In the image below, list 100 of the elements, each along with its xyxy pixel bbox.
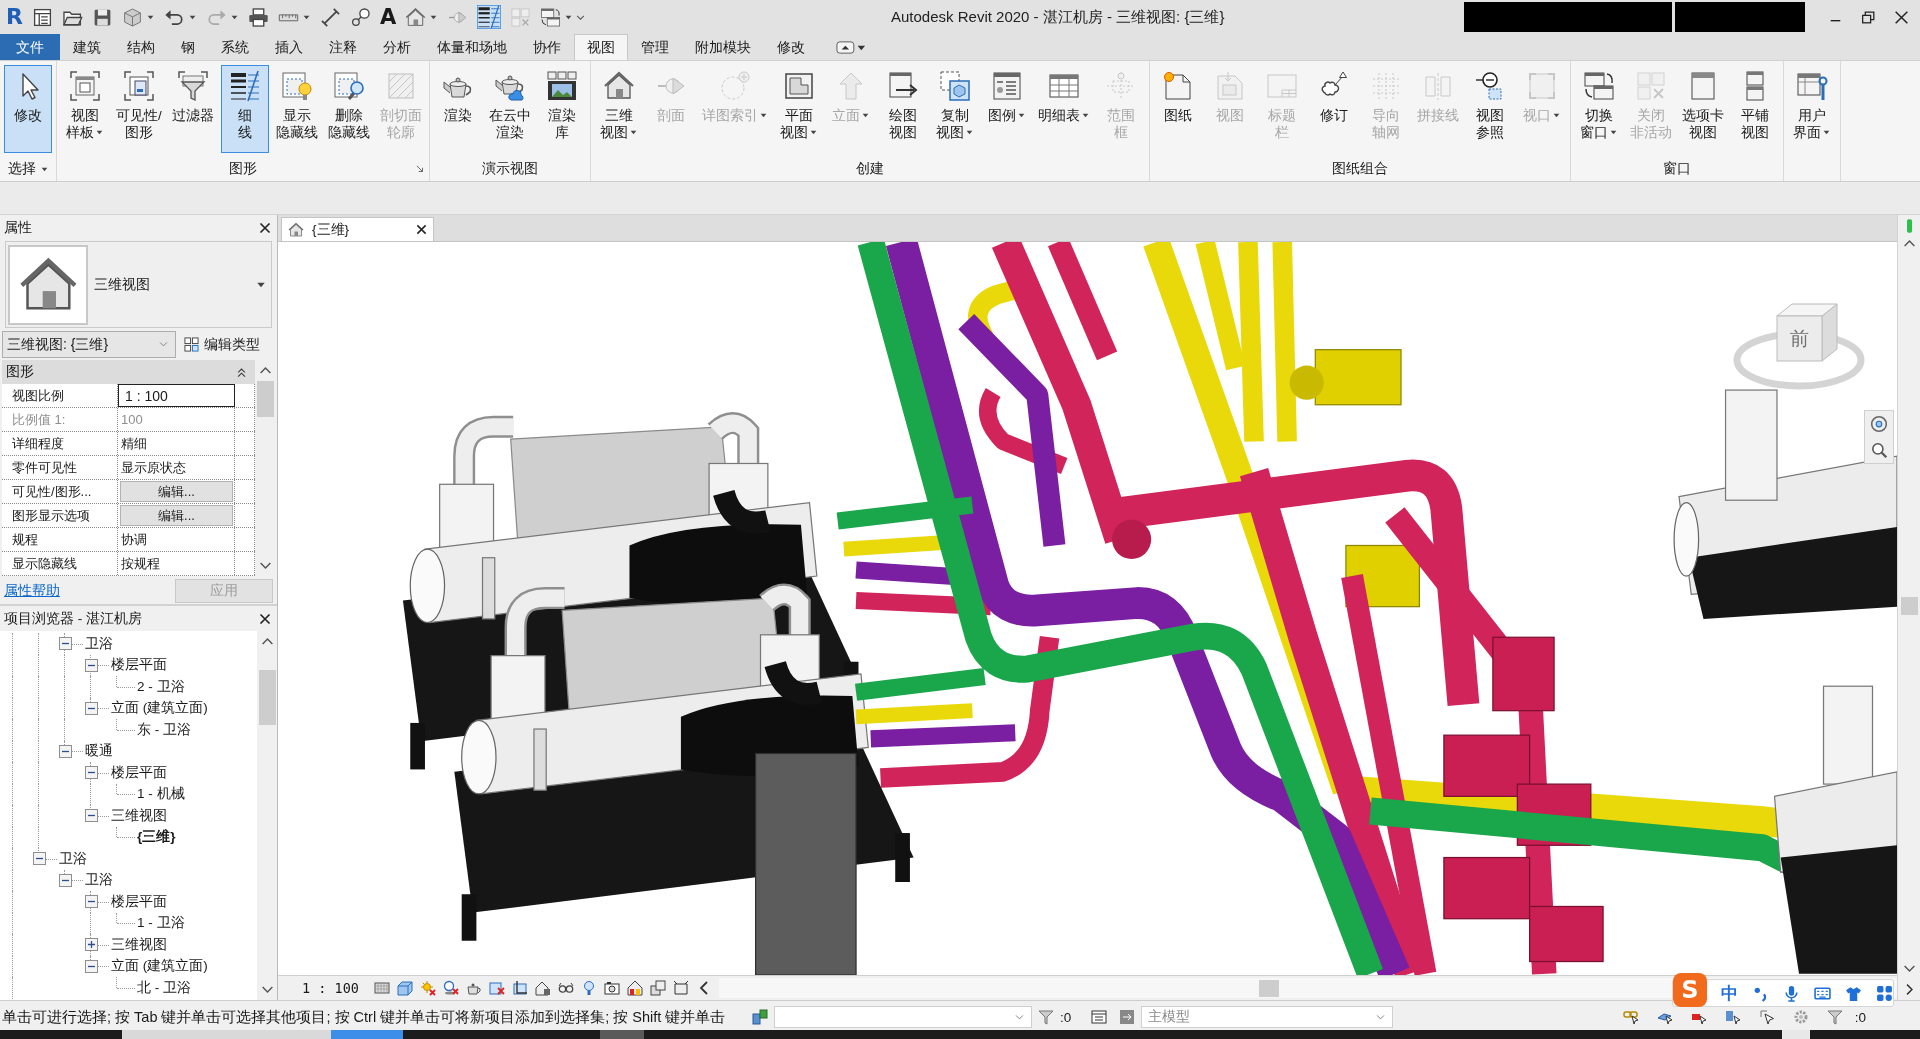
switch-windows-icon[interactable] [540,6,562,28]
menu-tab[interactable]: 建筑 [60,34,114,60]
ribbon-button[interactable]: 视图 参照 [1465,65,1514,153]
menu-tab[interactable]: 插入 [262,34,316,60]
minus-box-icon[interactable] [84,658,98,672]
panel-toggle-icon[interactable] [836,39,866,55]
minus-box-icon[interactable] [84,895,98,909]
menu-tab[interactable]: 协作 [520,34,574,60]
house-icon[interactable] [405,6,427,28]
ribbon-button[interactable]: 细 线 [220,65,269,153]
filter-icon[interactable] [1038,1009,1054,1025]
line-weights-icon[interactable] [477,5,502,29]
ribbon-button[interactable]: 视图 样板 [61,65,109,153]
app-logo[interactable]: R [6,4,23,30]
house-lock-icon[interactable] [534,980,551,996]
instance-dropdown[interactable]: 三维视图: {三维} [2,331,176,358]
edit-type-button[interactable]: 编辑类型 [182,335,262,354]
apps-icon[interactable] [1876,984,1893,1002]
microphone-icon[interactable] [1783,984,1800,1002]
minus-box-icon[interactable] [58,637,72,651]
tree-item[interactable]: 东 - 卫浴 [130,720,191,739]
ribbon-button[interactable]: 复制 视图 [930,65,979,153]
minus-box-icon[interactable] [58,744,72,758]
input-mode-button[interactable]: 中 [1721,981,1738,1005]
scrollbar-thumb[interactable] [1258,979,1279,997]
group-header[interactable]: 图形 [2,360,255,384]
stacked-blocks-icon[interactable] [752,1009,768,1025]
ribbon-button[interactable]: 图例 [982,65,1031,153]
edit-button[interactable]: 编辑... [120,505,233,526]
corner-cursor-icon[interactable] [1758,1009,1775,1025]
panel-dropdown[interactable]: 选择 [5,160,51,178]
diagonal-dimension-icon[interactable] [319,6,341,28]
close-icon[interactable] [259,612,271,625]
ribbon-button[interactable]: 平面 视图 [774,65,823,153]
ring-icon[interactable] [1870,415,1888,433]
sun-cross-icon[interactable] [419,980,436,996]
ribbon-button[interactable]: 切换 窗口 [1574,65,1623,153]
menu-tab[interactable]: 分析 [370,34,424,60]
tree-item[interactable]: 立面 (建筑立面) [104,699,208,718]
menu-tab[interactable]: 管理 [628,34,682,60]
minus-box-icon[interactable] [84,766,98,780]
crop-icon[interactable] [511,980,528,996]
menu-tab[interactable]: 文件 [0,34,60,60]
ribbon-button[interactable]: 图纸 [1153,65,1202,153]
scrollbar-thumb[interactable] [256,381,274,417]
ribbon-button[interactable]: 过滤器 [168,65,217,153]
ribbon-button[interactable]: 可见性/ 图形 [113,65,165,153]
tree-item[interactable]: 卫浴 [78,634,113,653]
scrollbar-thumb[interactable] [258,670,276,725]
ribbon-button[interactable]: 修订 [1309,65,1358,153]
minus-box-icon[interactable] [84,809,98,823]
tree-item[interactable]: {三维} [130,828,176,847]
close-icon[interactable] [259,221,271,234]
menu-tab[interactable]: 视图 [574,34,628,60]
panel-cursor-icon[interactable] [1724,1009,1741,1025]
ribbon-button[interactable]: 删除 隐藏线 [324,65,373,153]
cube-icon[interactable] [121,6,143,28]
ribbon-button[interactable]: 三维 视图 [594,65,643,153]
crop-cross-icon[interactable] [488,980,505,996]
minus-box-icon[interactable] [58,873,72,887]
close-icon[interactable] [1893,8,1910,26]
cube-icon[interactable] [396,980,413,996]
ribbon-button[interactable]: 用户 界面 [1787,65,1836,153]
scrollbar-thumb[interactable] [1900,597,1918,615]
camera-icon[interactable] [603,980,620,996]
checker-icon[interactable] [373,980,390,996]
tree-item[interactable]: 楼层平面 [104,892,167,911]
menu-tab[interactable]: 注释 [316,34,370,60]
plus-box-icon[interactable] [84,938,98,952]
ribbon-button[interactable]: 修改 [4,65,52,153]
shadow-cross-icon[interactable] [442,980,459,996]
cubes-icon[interactable] [649,980,666,996]
ribbon-button[interactable]: 渲染 库 [537,65,586,153]
ribbon-button[interactable]: 显示 隐藏线 [272,65,321,153]
type-selector[interactable]: 三维视图 [5,241,272,328]
customize-caret-icon[interactable] [576,12,586,22]
tree-item[interactable]: 2 - 卫浴 [130,677,185,696]
view-tab[interactable]: {三维} [281,217,434,241]
ribbon-button[interactable]: 平铺 视图 [1730,65,1779,153]
vertical-scrollbar[interactable] [1897,215,1920,1000]
ribbon-button[interactable]: 选项卡 视图 [1678,65,1727,153]
scale-button[interactable]: 1 : 100 [302,980,367,996]
dialog-launcher-icon[interactable] [414,164,425,174]
linked-circles-icon[interactable] [349,6,371,28]
ribbon-button[interactable]: 在云中 渲染 [485,65,534,153]
menu-tab[interactable]: 系统 [208,34,262,60]
filter-icon[interactable] [1826,1009,1843,1025]
ribbon-button[interactable]: 明细表 [1034,65,1093,153]
help-link[interactable]: 属性帮助 [4,582,60,600]
zoom-icon[interactable] [1870,441,1888,459]
text-tool-button[interactable]: A [379,5,397,29]
document-list-icon[interactable] [31,6,53,28]
tree-item[interactable]: 1 - 卫浴 [130,914,185,933]
ribbon-button[interactable]: 渲染 [433,65,482,153]
tree-item[interactable]: 卫浴 [78,871,113,890]
menu-tab[interactable]: 附加模块 [682,34,764,60]
house-color-icon[interactable] [626,980,643,996]
ribbon-button[interactable]: 绘图 视图 [878,65,927,153]
minus-box-icon[interactable] [32,852,46,866]
close-icon[interactable] [416,224,427,235]
